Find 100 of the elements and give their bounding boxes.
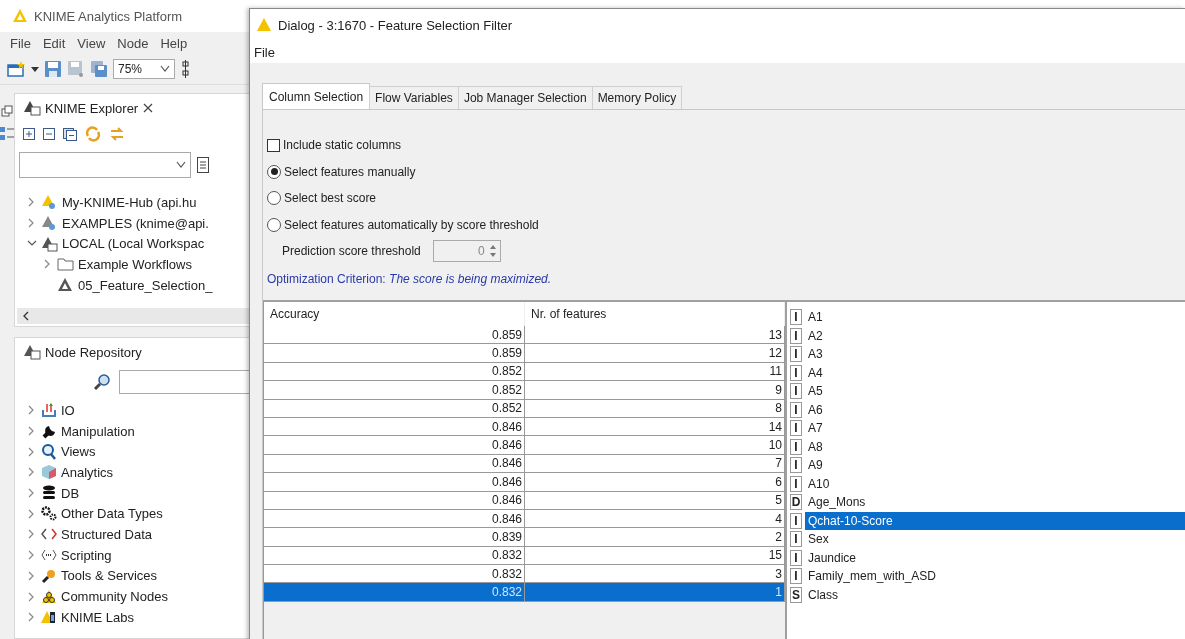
save-all-icon[interactable] bbox=[90, 60, 108, 78]
tab[interactable]: Column Selection bbox=[262, 83, 371, 109]
collapse-all-icon[interactable] bbox=[63, 127, 77, 141]
tree-item[interactable]: Example Workflows bbox=[78, 256, 192, 272]
list-item[interactable]: Sex bbox=[805, 530, 1185, 549]
list-item[interactable]: A3 bbox=[805, 345, 1185, 364]
search-icon[interactable] bbox=[93, 373, 113, 391]
tree-item[interactable]: KNIME Labs bbox=[61, 609, 134, 625]
io-icon bbox=[41, 402, 57, 419]
table-cell[interactable]: 2 bbox=[525, 528, 785, 547]
table-cell[interactable]: 3 bbox=[525, 565, 785, 584]
chevron-down-icon bbox=[160, 65, 170, 73]
table-cell[interactable]: 0.859 bbox=[264, 344, 525, 363]
list-item[interactable]: A9 bbox=[805, 456, 1185, 475]
menu-item[interactable]: Edit bbox=[36, 35, 72, 51]
save-icon[interactable] bbox=[44, 60, 62, 78]
list-item[interactable]: Age_Mons bbox=[805, 493, 1185, 512]
type-badge: I bbox=[790, 309, 802, 326]
list-item[interactable]: Class bbox=[805, 585, 1185, 604]
type-badge: I bbox=[790, 327, 802, 344]
refresh-icon[interactable] bbox=[85, 126, 101, 142]
list-item[interactable]: A5 bbox=[805, 382, 1185, 401]
table-cell[interactable]: 6 bbox=[525, 473, 785, 492]
menu-item[interactable]: File bbox=[254, 44, 275, 60]
tree-item[interactable]: Manipulation bbox=[61, 423, 135, 439]
radio-button[interactable] bbox=[267, 217, 281, 232]
community-icon bbox=[41, 588, 57, 605]
tree-item[interactable]: 05_Feature_Selection_ bbox=[78, 277, 213, 293]
zoom-dropdown[interactable]: 75% bbox=[113, 59, 175, 79]
search-field[interactable] bbox=[119, 370, 249, 394]
table-cell[interactable]: 13 bbox=[525, 326, 785, 345]
table-cell[interactable]: 0.832 bbox=[264, 565, 525, 584]
tab[interactable]: Flow Variables bbox=[369, 86, 459, 109]
close-icon[interactable] bbox=[142, 102, 155, 114]
table-cell[interactable]: 1 bbox=[525, 583, 785, 602]
tree-item[interactable]: IO bbox=[61, 402, 75, 418]
list-item[interactable]: A10 bbox=[805, 474, 1185, 493]
tree-item[interactable]: Tools & Services bbox=[61, 568, 158, 584]
checkbox[interactable] bbox=[267, 138, 280, 152]
tree-item[interactable]: Analytics bbox=[61, 464, 114, 480]
radio-button[interactable] bbox=[267, 164, 281, 179]
menu-item[interactable]: View bbox=[71, 35, 112, 51]
menu-item[interactable]: Help bbox=[154, 35, 194, 51]
sync-icon[interactable] bbox=[109, 126, 125, 142]
type-badge: I bbox=[790, 438, 802, 455]
list-item[interactable]: A2 bbox=[805, 326, 1185, 345]
workspace-icon bbox=[41, 235, 58, 252]
tree-item[interactable]: Community Nodes bbox=[61, 589, 168, 605]
restore-icon[interactable] bbox=[1, 105, 13, 117]
list-item[interactable]: A4 bbox=[805, 363, 1185, 382]
tree-item[interactable]: Structured Data bbox=[61, 526, 153, 542]
save-as-icon[interactable] bbox=[67, 60, 85, 78]
tree-item[interactable]: DB bbox=[61, 485, 80, 501]
menu-item[interactable]: File bbox=[4, 35, 37, 51]
type-badge: I bbox=[790, 549, 802, 566]
tree-item[interactable]: Scripting bbox=[61, 547, 112, 563]
list-item[interactable]: Family_mem_with_ASD bbox=[805, 567, 1185, 586]
new-workflow-icon[interactable] bbox=[6, 60, 26, 78]
radio-label: Select features automatically by score threshold bbox=[284, 217, 539, 232]
caret-icon[interactable] bbox=[31, 65, 39, 73]
type-badge: I bbox=[790, 401, 802, 418]
list-item[interactable]: A6 bbox=[805, 400, 1185, 419]
tree-item[interactable]: EXAMPLES (knime@api. bbox=[62, 215, 209, 231]
type-badge: S bbox=[790, 586, 802, 603]
tree-item[interactable]: LOCAL (Local Workspac bbox=[62, 236, 205, 252]
type-badge: I bbox=[790, 512, 802, 529]
align-icon[interactable] bbox=[180, 60, 190, 78]
list-item[interactable]: Qchat-10-Score bbox=[805, 511, 1185, 530]
document-icon[interactable] bbox=[197, 157, 209, 173]
table-cell[interactable]: 0.839 bbox=[264, 528, 525, 547]
criterion-text: Optimization Criterion: The score is being maximized. bbox=[266, 271, 553, 288]
labs-icon bbox=[41, 609, 57, 626]
radio-label: Select best score bbox=[284, 191, 377, 206]
table-cell[interactable]: 0.846 bbox=[264, 473, 525, 492]
table-cell[interactable]: 0.832 bbox=[264, 583, 525, 602]
table-cell[interactable]: 10 bbox=[525, 436, 785, 455]
table-cell[interactable]: 9 bbox=[525, 381, 785, 400]
repository-icon bbox=[23, 344, 41, 360]
chevron-down-icon bbox=[176, 161, 186, 169]
list-item[interactable]: A1 bbox=[805, 308, 1185, 327]
mount-dropdown[interactable] bbox=[19, 152, 191, 178]
radio-label: Select features manually bbox=[284, 164, 416, 179]
tab[interactable]: Memory Policy bbox=[591, 86, 683, 109]
menu-item[interactable]: Node bbox=[111, 35, 155, 51]
table-cell[interactable]: 0.859 bbox=[264, 326, 525, 345]
list-item[interactable]: A8 bbox=[805, 437, 1185, 456]
tree-item[interactable]: My-KNIME-Hub (api.hu bbox=[62, 194, 197, 210]
list-item[interactable]: A7 bbox=[805, 419, 1185, 438]
table-cell[interactable]: 12 bbox=[525, 344, 785, 363]
list-item[interactable]: Jaundice bbox=[805, 548, 1185, 567]
type-badge: I bbox=[790, 383, 802, 400]
table-cell[interactable]: 0.852 bbox=[264, 381, 525, 400]
horizontal-scrollbar[interactable] bbox=[17, 308, 249, 324]
radio-button[interactable] bbox=[267, 191, 281, 206]
outline-icon[interactable] bbox=[0, 127, 14, 141]
expand-icon[interactable] bbox=[23, 128, 35, 140]
table-cell[interactable]: 0.846 bbox=[264, 436, 525, 455]
collapse-icon[interactable] bbox=[43, 128, 55, 140]
tree-item[interactable]: Views bbox=[61, 444, 96, 460]
tree-item[interactable]: Other Data Types bbox=[61, 506, 163, 522]
